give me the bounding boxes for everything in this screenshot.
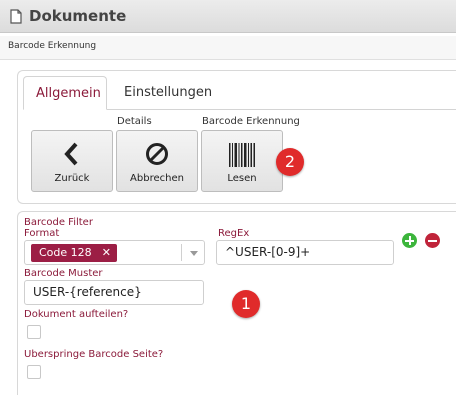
muster-label: Barcode Muster	[24, 268, 103, 279]
chip-remove-icon[interactable]: ✕	[102, 246, 111, 259]
barcode-icon	[229, 143, 255, 167]
muster-input[interactable]: USER-{reference}	[24, 280, 204, 305]
panel-header-label: Barcode Erkennung	[8, 41, 97, 51]
title-bar: Dokumente	[0, 0, 456, 33]
split-document-checkbox[interactable]	[27, 325, 41, 339]
read-button-label: Lesen	[227, 173, 257, 184]
remove-filter-button[interactable]	[425, 233, 440, 248]
tab-allgemein[interactable]: Allgemein	[23, 76, 107, 110]
skip-barcode-page-label: Uberspringe Barcode Seite?	[24, 349, 164, 360]
regex-label: RegEx	[218, 228, 250, 239]
split-document-label: Dokument aufteilen?	[24, 309, 129, 320]
format-label: Format	[24, 228, 60, 239]
select-divider	[181, 244, 182, 261]
step-badge-1: 1	[232, 290, 260, 318]
format-chip: Code 128 ✕	[31, 244, 117, 262]
step-badge-2: 2	[276, 148, 304, 176]
format-chip-label: Code 128	[39, 246, 92, 259]
cancel-button-label: Abbrechen	[130, 173, 184, 184]
barcode-filter-label: Barcode Filter	[24, 217, 93, 228]
regex-input[interactable]: ^USER-[0-9]+	[216, 240, 394, 265]
barcode-group-label: Barcode Erkennung	[202, 116, 300, 127]
back-button-label: Zurück	[54, 173, 90, 184]
skip-barcode-page-checkbox[interactable]	[27, 365, 41, 379]
add-filter-button[interactable]	[402, 233, 417, 248]
cancel-icon	[146, 143, 168, 165]
document-icon	[10, 9, 22, 24]
plus-icon-vertical	[408, 236, 411, 245]
format-select[interactable]: Code 128 ✕	[24, 240, 205, 265]
read-button[interactable]: Lesen	[201, 130, 283, 192]
back-button[interactable]: Zurück	[31, 130, 113, 192]
tab-einstellungen[interactable]: Einstellungen	[112, 76, 224, 110]
panel-header: Barcode Erkennung	[0, 36, 456, 60]
window-title: Dokumente	[29, 7, 127, 25]
chevron-left-icon	[64, 142, 78, 166]
caret-down-icon[interactable]	[190, 251, 198, 256]
cancel-button[interactable]: Abbrechen	[116, 130, 198, 192]
details-group-label: Details	[117, 116, 152, 127]
minus-icon	[428, 239, 437, 242]
